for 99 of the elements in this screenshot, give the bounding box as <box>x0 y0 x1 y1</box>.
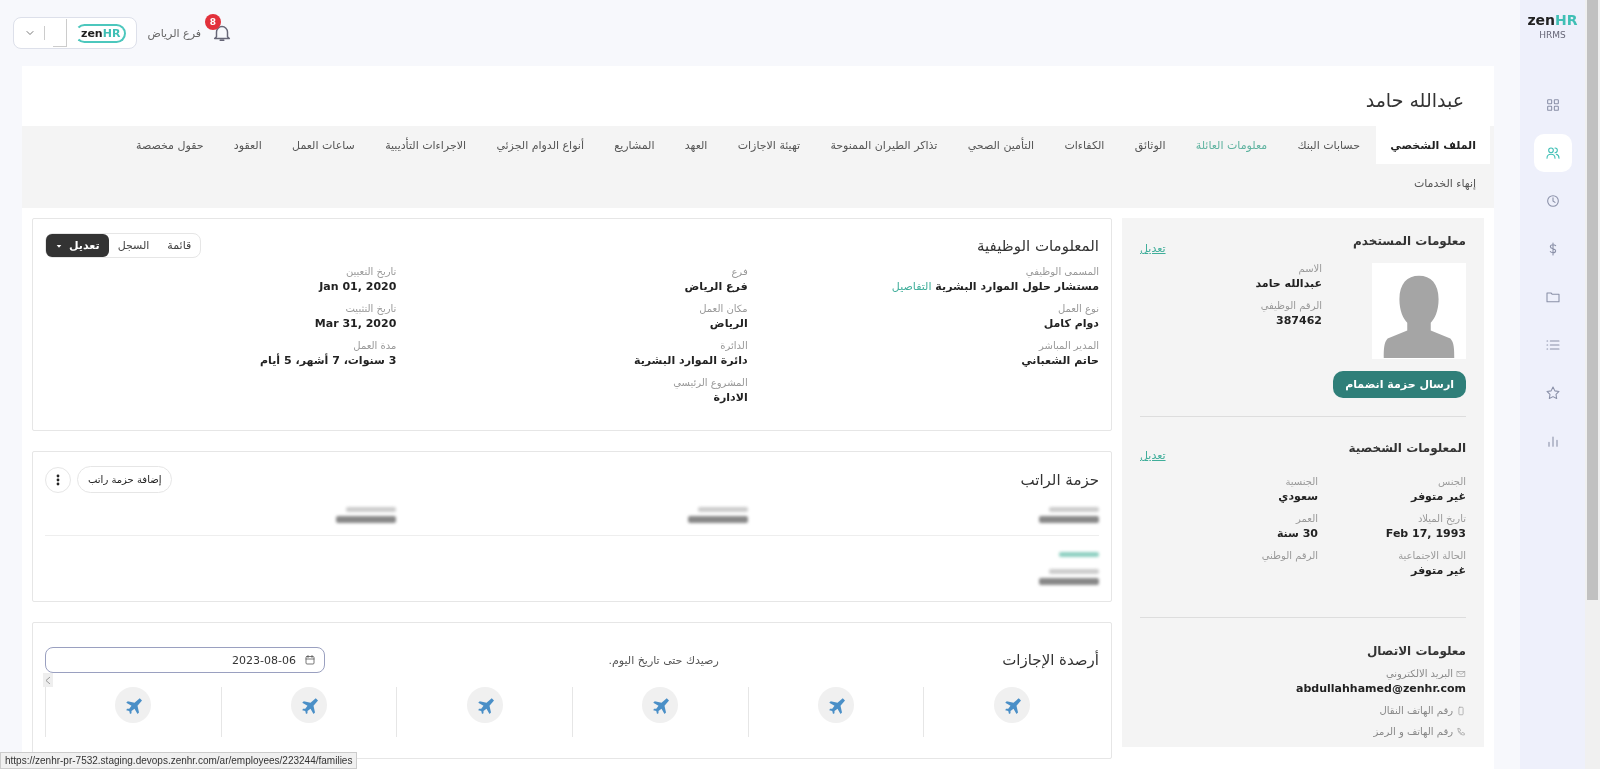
balance-note: رصيدك حتى تاريخ اليوم. <box>608 653 719 667</box>
airplane-icon <box>993 687 1030 723</box>
field-label: فرع <box>730 266 748 277</box>
field-value: عبدالله حامد <box>1255 277 1322 290</box>
list-icon <box>1544 337 1561 353</box>
phone-icon <box>1456 726 1466 737</box>
envelope-icon <box>1456 668 1466 679</box>
section-title: معلومات الاتصال <box>1365 644 1466 658</box>
tab[interactable]: العقود <box>219 126 276 164</box>
mobile-phone-icon <box>1456 705 1466 716</box>
send-onboarding-button[interactable]: ارسال حزمة انضمام <box>1333 371 1466 398</box>
field-value: دوام كامل <box>1042 317 1099 330</box>
scrollbar[interactable] <box>1585 0 1600 769</box>
field-label: الحالة الاجتماعية <box>1397 550 1466 561</box>
field-value: 30 سنة <box>1275 527 1318 540</box>
view-button[interactable]: قائمة <box>158 234 201 257</box>
field-value: 387462 <box>1275 314 1322 327</box>
star-icon <box>1544 385 1561 401</box>
field-label: الدائرة <box>719 340 748 351</box>
airplane-icon <box>115 687 152 723</box>
section-title: معلومات المستخدم <box>1353 234 1466 248</box>
field-value: غير متوفر <box>1409 490 1466 503</box>
field-value: حاتم الشعباني <box>1020 354 1099 367</box>
brand-subtitle: HRMS <box>1539 30 1566 40</box>
field-label: مدة العمل <box>352 340 397 351</box>
blurred-text <box>687 507 748 523</box>
airplane-icon <box>818 687 854 723</box>
grid-icon <box>1544 97 1561 113</box>
field-value: 3 سنوات، 7 أشهر، 5 أيام <box>259 354 397 367</box>
field-value: Mar 31, 2020 <box>313 317 397 330</box>
field-label: نوع العمل <box>1056 303 1099 314</box>
field-label: المسمى الوظيفي <box>1024 266 1099 277</box>
field-value: الرياض <box>708 317 748 330</box>
tab[interactable]: تذاكر الطيران الممنوحة <box>816 126 952 164</box>
branch-name: فرع الرياض <box>147 26 201 40</box>
tab[interactable]: الكفاءات <box>1050 126 1119 164</box>
field-label: المشروع الرئيسي <box>672 377 748 388</box>
calendar-icon <box>304 654 316 666</box>
tab[interactable]: ساعات العمل <box>278 126 369 164</box>
field-value: غير متوفر <box>1409 564 1466 577</box>
tab[interactable]: إنهاء الخدمات <box>1399 164 1490 202</box>
status-url: https://zenhr-pr-7532.staging.devops.zenhr.com/ar/employees/223244/families <box>0 752 358 769</box>
section-title: حزمة الراتب <box>1020 470 1099 489</box>
date-field[interactable]: 2023-08-06 <box>45 647 325 673</box>
blurred-text <box>1039 507 1099 523</box>
field-label: البريد الالكتروني <box>1385 668 1453 679</box>
blurred-text <box>1039 569 1099 585</box>
blurred-text <box>336 507 397 523</box>
tab[interactable]: الاجراءات التأديبية <box>371 126 481 164</box>
field-value: سعودي <box>1277 490 1318 503</box>
field-label: الرقم الوظيفي <box>1259 300 1322 311</box>
tab[interactable]: تهيئة الاجازات <box>723 126 815 164</box>
view-button[interactable]: السجل <box>108 234 159 257</box>
field-label: رقم الهاتف و الرمز <box>1373 726 1453 737</box>
notification-count: 8 <box>204 14 221 30</box>
edit-dropdown-button[interactable]: تعديل <box>46 234 109 257</box>
airplane-icon <box>642 687 679 723</box>
tab[interactable]: العهد <box>670 126 722 164</box>
tab[interactable]: المشاريع <box>600 126 669 164</box>
kebab-icon[interactable] <box>56 473 60 486</box>
tab[interactable]: التأمين الصحي <box>953 126 1049 164</box>
field-value: دائرة الموارد البشرية <box>632 354 748 367</box>
field-value: Jan 01, 2020 <box>317 280 397 293</box>
field-value: فرع الرياض <box>683 280 748 293</box>
field-value: مستشار حلول الموارد البشرية <box>935 280 1099 293</box>
airplane-icon <box>291 687 327 723</box>
field-label: الجنسية <box>1284 476 1318 487</box>
field-label: الاسم <box>1297 263 1322 274</box>
people-icon <box>1544 145 1561 161</box>
tab[interactable]: أنواع الدوام الجزئي <box>482 126 598 164</box>
brand-logo: zenHR <box>1527 12 1578 28</box>
employee-name: عبدالله حامد <box>1364 88 1465 113</box>
tab[interactable]: حسابات البنك <box>1283 126 1374 164</box>
folder-icon <box>1544 289 1561 305</box>
blurred-text <box>1059 552 1099 557</box>
field-value: Feb 17, 1993 <box>1384 527 1466 540</box>
broken-image-icon <box>53 19 67 47</box>
add-salary-button[interactable]: إضافة حزمة راتب <box>77 466 173 493</box>
field-value: الادارة <box>712 391 748 404</box>
field-label: المدير المباشر <box>1037 340 1099 351</box>
tab[interactable]: حقول مخصصة <box>122 126 218 164</box>
field-value: abdullahhamed@zenhr.com <box>1295 682 1466 695</box>
clock-icon <box>1544 193 1561 209</box>
field-label: تاريخ التعيين <box>344 266 397 277</box>
field-label: مكان العمل <box>698 303 748 314</box>
field-label: رقم الهاتف النقال <box>1379 705 1453 716</box>
company-selector[interactable]: zenHR <box>13 17 138 49</box>
tab[interactable]: الوثائق <box>1120 126 1180 164</box>
nav-item[interactable] <box>1533 134 1572 172</box>
section-title: أرصدة الإجازات <box>1002 651 1099 669</box>
field-label: الرقم الوطني <box>1260 550 1318 561</box>
tab[interactable]: الملف الشخصي <box>1376 126 1490 164</box>
airplane-icon <box>466 687 503 723</box>
field-label: تاريخ الميلاد <box>1416 513 1466 524</box>
field-label: الجنس <box>1436 476 1466 487</box>
section-title: المعلومات الوظيفية <box>977 236 1099 255</box>
field-label: تاريخ التثبيت <box>344 303 397 314</box>
field-label: العمر <box>1294 513 1318 524</box>
section-title: المعلومات الشخصية <box>1348 441 1466 455</box>
